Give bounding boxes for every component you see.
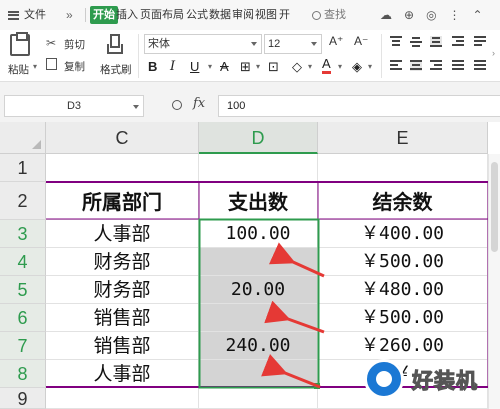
arrow-icon xyxy=(261,354,321,389)
hamburger-icon xyxy=(8,10,19,20)
tab-developer[interactable]: 开 xyxy=(279,6,290,24)
paste-button[interactable]: 粘贴 xyxy=(8,62,29,77)
borders-dropdown-icon[interactable]: ▾ xyxy=(256,57,260,77)
menu-file[interactable]: 文件 xyxy=(8,6,46,24)
format-painter-button[interactable]: 格式刷 xyxy=(100,62,132,77)
fill-dropdown-icon[interactable]: ▾ xyxy=(308,57,312,77)
scissors-icon: ✂ xyxy=(46,36,57,50)
format-painter-icon[interactable] xyxy=(107,34,123,54)
copy-icon xyxy=(46,58,57,70)
ribbon-divider xyxy=(381,34,382,78)
align-center-icon[interactable] xyxy=(410,60,422,71)
tab-home[interactable]: 开始 xyxy=(90,6,118,24)
search-icon xyxy=(312,10,321,20)
align-right-icon[interactable] xyxy=(430,60,442,71)
ribbon-divider xyxy=(138,34,139,78)
distribute-icon[interactable] xyxy=(474,60,486,71)
scrollbar-thumb[interactable] xyxy=(491,162,498,252)
title-icons: ☁ ⊕ ◎ ⋮ ⌃ xyxy=(380,6,495,24)
strikethrough-icon[interactable]: A xyxy=(220,57,229,77)
italic-icon[interactable]: I xyxy=(170,57,175,77)
watermark-text: 好装机 xyxy=(412,369,478,394)
underline-icon[interactable]: U xyxy=(190,57,199,77)
indent-icon[interactable] xyxy=(452,36,464,47)
borders-icon[interactable]: ⊞ xyxy=(240,57,251,77)
tab-review[interactable]: 审阅 xyxy=(232,6,254,24)
paste-icon[interactable] xyxy=(10,32,30,56)
align-middle-icon[interactable] xyxy=(410,36,422,47)
shrink-font-button[interactable]: A⁻ xyxy=(354,34,368,48)
align-bottom-icon[interactable] xyxy=(430,36,442,47)
share-icon[interactable]: ⊕ xyxy=(404,6,414,24)
align-left-icon[interactable] xyxy=(390,60,402,71)
underline-dropdown-icon[interactable]: ▾ xyxy=(208,57,212,77)
tab-formulas[interactable]: 公式 xyxy=(186,6,208,24)
clear-dropdown-icon[interactable]: ▾ xyxy=(368,57,372,77)
align-top-icon[interactable] xyxy=(390,36,402,47)
expand-chevron-icon[interactable]: » xyxy=(66,6,73,24)
more-icon[interactable]: ⋮ xyxy=(449,6,461,24)
menu-bar: 文件 » 开始 插入 页面布局 公式 数据 审阅 视图 开 查找 ☁ ⊕ ◎ ⋮ ⌃ xyxy=(0,0,500,30)
arrow-icon xyxy=(268,242,325,278)
merge-icon[interactable]: ⊡ xyxy=(268,57,279,77)
collapse-icon[interactable]: ⌃ xyxy=(473,6,483,24)
chevron-down-icon xyxy=(133,105,139,109)
font-size-value: 12 xyxy=(268,38,281,50)
tab-view[interactable]: 视图 xyxy=(255,6,277,24)
font-color-icon[interactable]: A xyxy=(322,57,331,74)
name-box[interactable]: D3 xyxy=(4,95,144,117)
menu-file-label: 文件 xyxy=(24,9,46,21)
tab-page-layout[interactable]: 页面布局 xyxy=(140,6,184,24)
name-box-value: D3 xyxy=(66,100,82,112)
font-name-select[interactable]: 宋体 xyxy=(144,34,262,54)
wrap-text-icon[interactable] xyxy=(474,36,486,47)
zoom-icon[interactable] xyxy=(172,100,182,110)
watermark-logo-icon xyxy=(364,359,404,399)
watermark: 好装机 xyxy=(360,357,500,403)
wechat-icon[interactable]: ◎ xyxy=(426,6,436,24)
cut-button[interactable]: 剪切 xyxy=(64,37,85,52)
paste-dropdown-icon[interactable]: ▾ xyxy=(33,62,37,71)
formula-input[interactable]: 100 xyxy=(218,95,500,117)
insert-function-icon[interactable]: fx xyxy=(193,96,205,111)
chevron-down-icon xyxy=(251,42,257,46)
ribbon-toolbar: 粘贴 ▾ ✂ 剪切 复制 格式刷 宋体 12 A⁺ A⁻ B I U ▾ A ⊞… xyxy=(0,30,500,82)
menu-divider xyxy=(85,8,86,22)
cloud-sync-icon[interactable]: ☁ xyxy=(380,6,392,24)
copy-button[interactable]: 复制 xyxy=(64,59,85,74)
chevron-down-icon xyxy=(311,42,317,46)
clear-format-icon[interactable]: ◈ xyxy=(352,57,362,77)
fill-color-icon[interactable]: ◇ xyxy=(292,57,302,77)
grow-font-button[interactable]: A⁺ xyxy=(329,34,343,48)
justify-icon[interactable] xyxy=(452,60,464,71)
bold-icon[interactable]: B xyxy=(148,57,157,77)
search-label: 查找 xyxy=(324,9,346,21)
arrow-icon xyxy=(264,300,325,334)
font-name-value: 宋体 xyxy=(148,38,170,50)
ribbon-scroll-right-icon[interactable]: › xyxy=(492,48,495,58)
tab-data[interactable]: 数据 xyxy=(209,6,231,24)
formula-bar: D3 fx 100 xyxy=(0,90,500,122)
font-size-select[interactable]: 12 xyxy=(264,34,322,54)
formula-bar-spacer xyxy=(0,82,500,90)
tab-insert[interactable]: 插入 xyxy=(116,6,138,24)
search-box[interactable]: 查找 xyxy=(312,6,346,24)
font-color-dropdown-icon[interactable]: ▾ xyxy=(338,57,342,77)
